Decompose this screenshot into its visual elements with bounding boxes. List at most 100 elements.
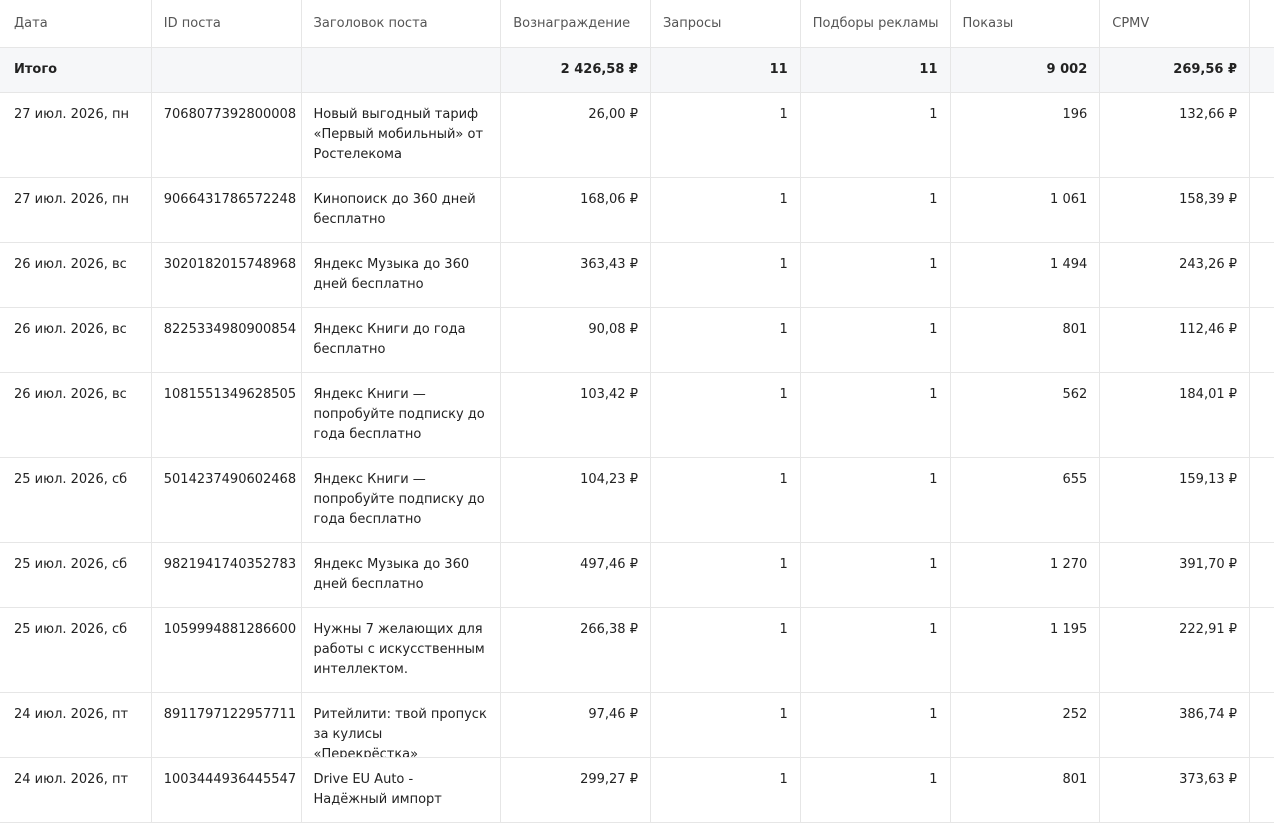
row-ad-matches: 1 xyxy=(801,178,951,242)
header-cpmv[interactable]: CPMV xyxy=(1100,0,1251,47)
row-post-id[interactable]: 9821941740352783 xyxy=(152,543,302,607)
row-date: 24 июл. 2026, пт xyxy=(0,693,152,757)
row-spacer xyxy=(1250,758,1274,822)
row-date: 27 июл. 2026, пн xyxy=(0,178,152,242)
row-title[interactable]: Нужны 7 желающих для работы с искусствен… xyxy=(302,608,502,692)
row-ad-matches: 1 xyxy=(801,93,951,177)
row-post-id[interactable]: 1059994881286600 xyxy=(152,608,302,692)
table-row[interactable]: 27 июл. 2026, пн 9066431786572248 Кинопоис… xyxy=(0,178,1274,243)
row-title[interactable]: Новый выгодный тариф «Первый мобильный» … xyxy=(302,93,502,177)
row-impressions: 562 xyxy=(951,373,1101,457)
header-post-id[interactable]: ID поста xyxy=(152,0,302,47)
row-cpmv: 386,74 ₽ xyxy=(1100,693,1251,757)
table-row[interactable]: 26 июл. 2026, вс 1081551349628505 Яндекс К… xyxy=(0,373,1274,458)
row-reward: 266,38 ₽ xyxy=(501,608,651,692)
row-spacer xyxy=(1250,373,1274,457)
row-requests: 1 xyxy=(651,458,801,542)
header-reward[interactable]: Вознаграждение xyxy=(501,0,651,47)
row-impressions: 1 270 xyxy=(951,543,1101,607)
row-post-id[interactable]: 8225334980900854 xyxy=(152,308,302,372)
row-requests: 1 xyxy=(651,308,801,372)
row-impressions: 801 xyxy=(951,308,1101,372)
total-spacer xyxy=(1250,48,1274,92)
row-ad-matches: 1 xyxy=(801,308,951,372)
header-requests[interactable]: Запросы xyxy=(651,0,801,47)
row-spacer xyxy=(1250,458,1274,542)
row-cpmv: 222,91 ₽ xyxy=(1100,608,1251,692)
row-impressions: 655 xyxy=(951,458,1101,542)
row-date: 24 июл. 2026, пт xyxy=(0,758,152,822)
row-reward: 90,08 ₽ xyxy=(501,308,651,372)
table-header: Дата ID поста Заголовок поста Вознагражд… xyxy=(0,0,1274,48)
header-title[interactable]: Заголовок поста xyxy=(302,0,502,47)
total-title xyxy=(302,48,502,92)
row-post-id[interactable]: 5014237490602468 xyxy=(152,458,302,542)
row-cpmv: 158,39 ₽ xyxy=(1100,178,1251,242)
row-ad-matches: 1 xyxy=(801,693,951,757)
row-reward: 104,23 ₽ xyxy=(501,458,651,542)
row-cpmv: 373,63 ₽ xyxy=(1100,758,1251,822)
row-title[interactable]: Яндекс Книги — попробуйте подписку до го… xyxy=(302,458,502,542)
row-date: 26 июл. 2026, вс xyxy=(0,308,152,372)
row-spacer xyxy=(1250,93,1274,177)
row-title[interactable]: Яндекс Музыка до 360 дней бесплатно xyxy=(302,543,502,607)
header-impressions[interactable]: Показы xyxy=(951,0,1101,47)
row-cpmv: 159,13 ₽ xyxy=(1100,458,1251,542)
header-ad-matches[interactable]: Подборы рекламы xyxy=(801,0,951,47)
total-impressions: 9 002 xyxy=(951,48,1101,92)
row-impressions: 1 061 xyxy=(951,178,1101,242)
row-impressions: 196 xyxy=(951,93,1101,177)
header-spacer xyxy=(1250,0,1274,47)
row-post-id[interactable]: 1081551349628505 xyxy=(152,373,302,457)
table-row[interactable]: 24 июл. 2026, пт 1003444936445547 Drive EU… xyxy=(0,758,1274,823)
row-impressions: 1 195 xyxy=(951,608,1101,692)
row-title[interactable]: Яндекс Музыка до 360 дней бесплатно xyxy=(302,243,502,307)
row-post-id[interactable]: 9066431786572248 xyxy=(152,178,302,242)
row-cpmv: 243,26 ₽ xyxy=(1100,243,1251,307)
row-post-id[interactable]: 1003444936445547 xyxy=(152,758,302,822)
row-requests: 1 xyxy=(651,178,801,242)
header-date[interactable]: Дата xyxy=(0,0,152,47)
row-requests: 1 xyxy=(651,693,801,757)
row-requests: 1 xyxy=(651,373,801,457)
row-spacer xyxy=(1250,543,1274,607)
table-row[interactable]: 26 июл. 2026, вс 8225334980900854 Яндекс К… xyxy=(0,308,1274,373)
row-impressions: 1 494 xyxy=(951,243,1101,307)
row-spacer xyxy=(1250,608,1274,692)
row-date: 26 июл. 2026, вс xyxy=(0,243,152,307)
row-cpmv: 391,70 ₽ xyxy=(1100,543,1251,607)
total-cpmv: 269,56 ₽ xyxy=(1100,48,1251,92)
row-title[interactable]: Яндекс Книги до года бесплатно xyxy=(302,308,502,372)
table-row[interactable]: 25 июл. 2026, сб 1059994881286600 Нужны 7 … xyxy=(0,608,1274,693)
row-spacer xyxy=(1250,243,1274,307)
row-date: 25 июл. 2026, сб xyxy=(0,543,152,607)
row-requests: 1 xyxy=(651,243,801,307)
row-ad-matches: 1 xyxy=(801,373,951,457)
table-row[interactable]: 25 июл. 2026, сб 5014237490602468 Яндекс К… xyxy=(0,458,1274,543)
row-reward: 26,00 ₽ xyxy=(501,93,651,177)
row-reward: 103,42 ₽ xyxy=(501,373,651,457)
table-row[interactable]: 27 июл. 2026, пн 7068077392800008 Новый вы… xyxy=(0,93,1274,178)
table-row[interactable]: 26 июл. 2026, вс 3020182015748968 Яндекс М… xyxy=(0,243,1274,308)
row-date: 26 июл. 2026, вс xyxy=(0,373,152,457)
table-body: 27 июл. 2026, пн 7068077392800008 Новый вы… xyxy=(0,93,1274,823)
row-title[interactable]: Кинопоиск до 360 дней бесплатно xyxy=(302,178,502,242)
row-spacer xyxy=(1250,178,1274,242)
row-ad-matches: 1 xyxy=(801,608,951,692)
row-post-id[interactable]: 7068077392800008 xyxy=(152,93,302,177)
row-reward: 299,27 ₽ xyxy=(501,758,651,822)
row-reward: 168,06 ₽ xyxy=(501,178,651,242)
row-ad-matches: 1 xyxy=(801,243,951,307)
total-requests: 11 xyxy=(651,48,801,92)
row-post-id[interactable]: 3020182015748968 xyxy=(152,243,302,307)
row-title[interactable]: Яндекс Книги — попробуйте подписку до го… xyxy=(302,373,502,457)
row-ad-matches: 1 xyxy=(801,758,951,822)
row-date: 25 июл. 2026, сб xyxy=(0,608,152,692)
row-spacer xyxy=(1250,308,1274,372)
table-row[interactable]: 25 июл. 2026, сб 9821941740352783 Яндекс М… xyxy=(0,543,1274,608)
row-title[interactable]: Drive EU Auto - Надёжный импорт xyxy=(302,758,502,822)
table-row[interactable]: 24 июл. 2026, пт 8911797122957711 Ритейлит… xyxy=(0,693,1274,758)
row-post-id[interactable]: 8911797122957711 xyxy=(152,693,302,757)
row-cpmv: 132,66 ₽ xyxy=(1100,93,1251,177)
row-title[interactable]: Ритейлити: твой пропуск за кулисы «Перек… xyxy=(302,693,502,757)
